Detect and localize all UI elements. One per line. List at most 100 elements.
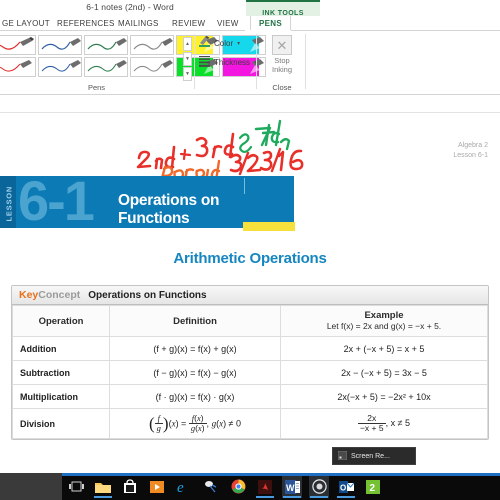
section-heading: Arithmetic Operations — [173, 250, 327, 267]
row-addition-definition: (f + g)(x) = f(x) + g(x) — [109, 336, 281, 361]
close-icon: ✕ — [272, 35, 292, 55]
screen-recorder-icon — [337, 447, 348, 465]
table-row: Multiplication (f · g)(x) = f(x) · g(x) … — [12, 384, 488, 409]
division-fg-fraction: fg — [154, 413, 163, 433]
row-multiplication-example: 2x(−x + 5) = −2x² + 10x — [280, 384, 488, 409]
group-divider-3 — [305, 34, 306, 89]
row-multiplication-operation: Multiplication — [12, 384, 110, 409]
ribbon-tab-row: GE LAYOUT REFERENCES MAILINGS REVIEW VIE… — [0, 16, 500, 31]
close-group-label: Close — [272, 83, 292, 92]
window-title: 6-1 notes (2nd) - Word — [86, 2, 174, 12]
pen-swatch-black[interactable] — [130, 35, 174, 55]
row-division-definition: (f g)(x) = f(x) g(x), g(x) ≠ 0 — [109, 408, 281, 439]
key-concept-box: Key Concept Operations on Functions Opera… — [11, 285, 489, 440]
thickness-label: Thickness — [214, 58, 251, 67]
taskbar-thumbnail-preview[interactable]: Screen Re... — [332, 447, 416, 465]
taskbar-item-chrome[interactable] — [228, 476, 248, 498]
stop-inking-label-line2: Inking — [271, 65, 292, 74]
tab-view[interactable]: VIEW — [217, 16, 239, 31]
taskbar-preview-label: Screen Re... — [351, 452, 390, 460]
taskbar-item-task-view[interactable] — [66, 476, 86, 498]
pen-gallery-scroll[interactable]: ▲ ▼ ▼ — [183, 37, 192, 81]
group-divider-1 — [194, 34, 195, 89]
row-subtraction-definition: (f − g)(x) = f(x) − g(x) — [109, 360, 281, 385]
column-header-definition: Definition — [109, 305, 281, 337]
taskbar-icon-strip: e W O 2 — [66, 473, 383, 500]
corner-label-line1: Algebra 2 — [458, 142, 488, 149]
table-row: Addition (f + g)(x) = f(x) + g(x) 2x + (… — [12, 336, 488, 361]
pens-group: ▲ ▼ ▼ Pens — [0, 33, 266, 92]
row-multiplication-definition: (f · g)(x) = f(x) · g(x) — [109, 384, 281, 409]
tab-mailings[interactable]: MAILINGS — [118, 16, 159, 31]
taskbar-item-adobe-reader[interactable] — [255, 476, 275, 498]
color-chevron-down-icon[interactable]: ▾ — [237, 40, 240, 47]
ribbon: ▲ ▼ ▼ Pens Color ▾ Thickness ▾ — [0, 31, 500, 95]
key-concept-title: Operations on Functions — [88, 289, 207, 301]
document-gutter — [0, 95, 500, 113]
division-example-fraction: 2x −x + 5 — [357, 414, 386, 433]
taskbar-item-word[interactable]: W — [282, 475, 302, 498]
division-def-rest: (x) = — [168, 417, 189, 428]
table-header-row: Operation Definition Example Let f(x) = … — [12, 305, 488, 337]
division-example-condition: , x ≠ 5 — [385, 417, 411, 428]
column-header-example-title: Example — [364, 310, 404, 321]
document-page[interactable]: Algebra 2 Lesson 6-1 LESSON 6-1 Operatio… — [0, 113, 500, 473]
stop-inking-label-line1: Stop — [274, 56, 290, 65]
row-addition-operation: Addition — [12, 336, 110, 361]
column-header-operation: Operation — [12, 305, 110, 337]
svg-text:e: e — [177, 480, 184, 494]
pen-swatch-green[interactable] — [84, 35, 128, 55]
taskbar-item-paint-3d[interactable] — [201, 476, 221, 498]
taskbar-item-screen-recorder[interactable] — [309, 475, 329, 498]
row-division-example: 2x −x + 5 , x ≠ 5 — [280, 408, 488, 439]
taskbar: e W O 2 — [0, 473, 500, 500]
pen-swatch-blue-thin[interactable] — [38, 57, 82, 77]
taskbar-item-internet-explorer[interactable]: e — [174, 476, 194, 498]
taskbar-item-outlook[interactable]: O — [336, 476, 356, 498]
lesson-word: LESSON — [4, 185, 14, 222]
lesson-number: 6-1 — [18, 176, 95, 228]
pens-group-label: Pens — [87, 83, 106, 92]
tab-review[interactable]: REVIEW — [172, 16, 205, 31]
tab-pens[interactable]: PENS — [250, 16, 291, 31]
pen-swatch-black-thin[interactable] — [130, 57, 174, 77]
thickness-icon — [198, 54, 211, 72]
svg-text:2: 2 — [370, 483, 376, 494]
key-concept-header: Key Concept Operations on Functions — [12, 286, 488, 305]
pen-swatch-red[interactable] — [0, 35, 36, 55]
operations-table: Operation Definition Example Let f(x) = … — [12, 305, 488, 439]
taskbar-item-movies-tv[interactable] — [147, 476, 167, 498]
ink-strokes — [136, 119, 304, 184]
stop-inking-button[interactable]: ✕ Stop Inking — [267, 35, 297, 74]
key-concept-key-word: Key — [19, 289, 39, 301]
svg-text:O: O — [340, 483, 346, 492]
banner-tick-mark — [244, 178, 245, 194]
pen-swatch-red-thin[interactable] — [0, 57, 36, 77]
close-group: ✕ Stop Inking Close — [259, 33, 305, 92]
corner-label-line2: Lesson 6-1 — [453, 152, 488, 159]
row-subtraction-example: 2x − (−x + 5) = 3x − 5 — [280, 360, 488, 385]
row-subtraction-operation: Subtraction — [12, 360, 110, 385]
row-division-operation: Division — [12, 408, 110, 439]
tab-references[interactable]: REFERENCES — [57, 16, 115, 31]
taskbar-start-area[interactable] — [0, 473, 62, 500]
taskbar-item-file-explorer[interactable] — [93, 476, 113, 498]
table-row: Subtraction (f − g)(x) = f(x) − g(x) 2x … — [12, 360, 488, 385]
pen-scroll-down-button[interactable]: ▼ — [183, 52, 192, 66]
pen-gallery-more-button[interactable]: ▼ — [183, 67, 192, 81]
pen-scroll-up-button[interactable]: ▲ — [183, 37, 192, 51]
table-row: Division (f g)(x) = f(x) g(x), g(x) ≠ 0 2x… — [12, 408, 488, 439]
pen-swatch-blue[interactable] — [38, 35, 82, 55]
color-label: Color — [214, 39, 234, 48]
division-def-condition: , g(x) ≠ 0 — [206, 417, 242, 428]
column-header-example-subtitle: Let f(x) = 2x and g(x) = −x + 5. — [326, 321, 442, 331]
lesson-banner: LESSON 6-1 Operations on Functions — [0, 176, 294, 228]
key-concept-concept-word: Concept — [38, 289, 81, 301]
column-header-example: Example Let f(x) = 2x and g(x) = −x + 5. — [280, 305, 488, 337]
color-icon — [198, 35, 211, 53]
ink-tools-contextual-tab: INK TOOLS — [246, 0, 320, 17]
taskbar-item-store[interactable] — [120, 476, 140, 498]
taskbar-item-app-two[interactable]: 2 — [363, 476, 383, 498]
pen-swatch-green-thin[interactable] — [84, 57, 128, 77]
tab-page-layout[interactable]: GE LAYOUT — [2, 16, 50, 31]
